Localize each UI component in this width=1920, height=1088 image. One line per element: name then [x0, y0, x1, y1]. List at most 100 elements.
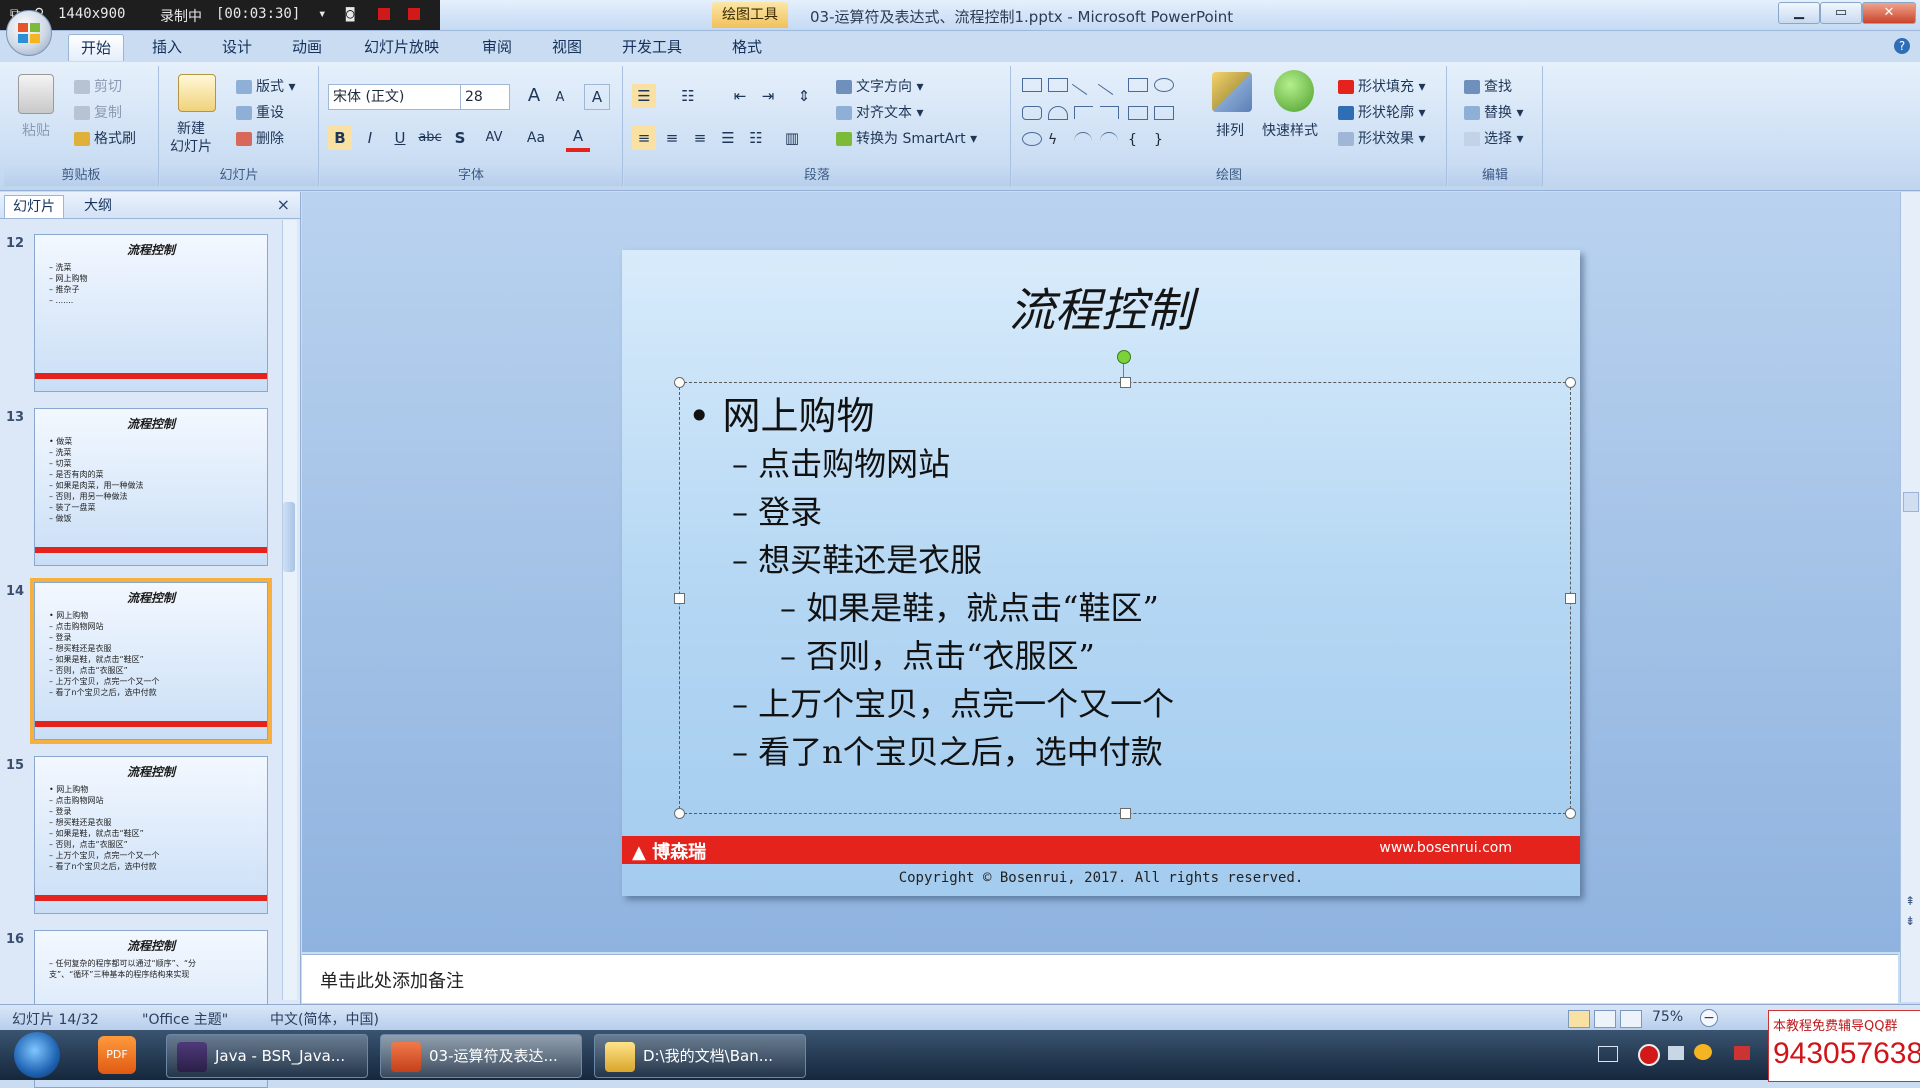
align-right-button[interactable]: ≡	[688, 126, 712, 150]
stop-icon[interactable]	[408, 8, 420, 20]
slide-sorter-icon[interactable]	[1594, 1010, 1616, 1028]
vtextbox-shape-icon[interactable]	[1048, 78, 1068, 92]
slide-thumbnail[interactable]: 流程控制 • 网上购物 – 点击购物网站 – 登录 – 想买鞋还是衣服 – 如果是鞋，就…	[34, 756, 268, 914]
find-button[interactable]: 查找	[1464, 76, 1512, 96]
taskbar-item-java[interactable]: Java - BSR_Java...	[166, 1034, 368, 1078]
bullet-item[interactable]: – 否则，点击“衣服区”	[780, 631, 1095, 677]
columns-button[interactable]: ▥	[780, 126, 804, 150]
alert-tray-icon[interactable]	[1734, 1046, 1750, 1060]
cut-button[interactable]: 剪切	[74, 76, 122, 96]
quick-styles-button[interactable]: 快速样式	[1262, 120, 1318, 140]
record-tray-icon[interactable]	[1638, 1044, 1660, 1066]
tab-view[interactable]: 视图	[540, 34, 594, 60]
scroll-thumb[interactable]	[1903, 492, 1919, 512]
line-shape-icon[interactable]	[1071, 74, 1095, 95]
line-spacing-button[interactable]: ⇕	[792, 84, 816, 108]
bullets-button[interactable]: ☰	[632, 84, 656, 108]
prev-slide-icon[interactable]: ⇞	[1905, 894, 1915, 908]
camera-icon[interactable]: ◙	[346, 6, 354, 22]
delete-slide-button[interactable]: 删除	[236, 128, 284, 148]
font-name-select[interactable]: 宋体 (正文)	[328, 84, 462, 110]
tab-slideshow[interactable]: 幻灯片放映	[352, 34, 451, 60]
layout-button[interactable]: 版式 ▾	[236, 76, 295, 96]
right-brace-shape-icon[interactable]: }	[1154, 132, 1172, 148]
bullet-item[interactable]: – 上万个宝贝，点完一个又一个	[732, 679, 1174, 725]
increase-indent-button[interactable]: ⇥	[756, 84, 780, 108]
arrow-shape-icon[interactable]	[1097, 74, 1121, 95]
tab-animations[interactable]: 动画	[280, 34, 334, 60]
select-button[interactable]: 选择 ▾	[1464, 128, 1523, 148]
pane-scrollbar[interactable]	[282, 220, 297, 1000]
close-pane-icon[interactable]: ×	[277, 195, 290, 214]
textbox-shape-icon[interactable]	[1022, 78, 1042, 92]
grow-font-button[interactable]: A	[522, 84, 546, 108]
down-arrow-shape-icon[interactable]	[1154, 106, 1174, 120]
italic-button[interactable]: I	[358, 126, 382, 150]
strikethrough-button[interactable]: abc	[418, 126, 442, 150]
normal-view-icon[interactable]	[1568, 1010, 1590, 1028]
pause-icon[interactable]	[378, 8, 390, 20]
resize-handle-n[interactable]	[1120, 377, 1131, 388]
resize-handle-e[interactable]	[1565, 593, 1576, 604]
maximize-button[interactable]: ▭	[1820, 2, 1862, 24]
arrange-button[interactable]: 排列	[1216, 120, 1244, 140]
help-icon[interactable]: ?	[1894, 38, 1910, 54]
bullet-item[interactable]: – 如果是鞋，就点击“鞋区”	[780, 583, 1159, 629]
bullet-item[interactable]: – 看了n个宝贝之后，选中付款	[732, 727, 1163, 773]
rotation-handle[interactable]	[1117, 350, 1131, 364]
bold-button[interactable]: B	[328, 126, 352, 150]
tab-insert[interactable]: 插入	[140, 34, 194, 60]
distribute-button[interactable]: ☷	[744, 126, 768, 150]
font-color-button[interactable]: A	[566, 124, 590, 152]
rectangle-shape-icon[interactable]	[1128, 78, 1148, 92]
triangle-shape-icon[interactable]	[1048, 106, 1068, 120]
keyboard-tray-icon[interactable]	[1598, 1046, 1618, 1062]
tab-home[interactable]: 开始	[68, 34, 125, 61]
arc-shape-icon[interactable]	[1074, 132, 1092, 145]
slide-thumbnail[interactable]: 流程控制 – 洗菜 – 网上购物 – 推杂子 – .......	[34, 234, 268, 392]
flowchart-shape-icon[interactable]	[1022, 132, 1042, 146]
tab-outline[interactable]: 大纲	[76, 195, 120, 217]
tab-review[interactable]: 审阅	[470, 34, 524, 60]
next-slide-icon[interactable]: ⇟	[1905, 914, 1915, 928]
align-text-button[interactable]: 对齐文本 ▾	[836, 102, 923, 122]
decrease-indent-button[interactable]: ⇤	[728, 84, 752, 108]
bullet-item[interactable]: – 点击购物网站	[732, 439, 950, 485]
justify-button[interactable]: ☰	[716, 126, 740, 150]
elbow-arrow-icon[interactable]	[1100, 106, 1119, 119]
notes-pane[interactable]: 单击此处添加备注	[302, 954, 1898, 1003]
minimize-button[interactable]: ▁	[1778, 2, 1820, 24]
shape-fill-button[interactable]: 形状填充 ▾	[1338, 76, 1425, 96]
elbow-connector-icon[interactable]	[1074, 106, 1093, 119]
tab-developer[interactable]: 开发工具	[610, 34, 694, 60]
chat-tray-icon[interactable]	[1694, 1044, 1712, 1060]
slide-thumbnail[interactable]: 流程控制 • 网上购物 – 点击购物网站 – 登录 – 想买鞋还是衣服 – 如果是鞋，就…	[30, 578, 272, 744]
text-direction-button[interactable]: 文字方向 ▾	[836, 76, 923, 96]
shrink-font-button[interactable]: A	[548, 86, 572, 110]
tab-format[interactable]: 格式	[720, 34, 774, 60]
slide-canvas[interactable]: 流程控制 • 网上购物 – 点击购物网站 – 登录 – 想买鞋还是衣服 – 如果是鞋，就…	[622, 250, 1580, 896]
resize-handle-sw[interactable]	[674, 808, 685, 819]
clear-format-button[interactable]: A	[584, 84, 610, 110]
zoom-level[interactable]: 75%	[1652, 1009, 1683, 1025]
tab-slides[interactable]: 幻灯片	[4, 195, 64, 218]
bullet-item[interactable]: – 想买鞋还是衣服	[732, 535, 982, 581]
paste-button[interactable]: 粘贴	[22, 120, 50, 140]
resize-handle-w[interactable]	[674, 593, 685, 604]
numbering-button[interactable]: ☷	[676, 84, 700, 108]
bullet-item[interactable]: • 网上购物	[688, 385, 875, 440]
bullet-item[interactable]: – 登录	[732, 487, 822, 533]
resize-handle-nw[interactable]	[674, 377, 685, 388]
vertical-scrollbar[interactable]: ⇞ ⇟	[1900, 192, 1920, 1002]
format-painter-button[interactable]: 格式刷	[74, 128, 136, 148]
align-left-button[interactable]: ≡	[632, 126, 656, 150]
network-tray-icon[interactable]	[1668, 1046, 1684, 1060]
replace-button[interactable]: 替换 ▾	[1464, 102, 1523, 122]
language-indicator[interactable]: 中文(简体，中国)	[270, 1009, 379, 1029]
drawing-tools-context-tab[interactable]: 绘图工具	[712, 2, 788, 28]
tab-design[interactable]: 设计	[210, 34, 264, 60]
pane-scroll-thumb[interactable]	[283, 502, 295, 572]
slideshow-view-icon[interactable]	[1620, 1010, 1642, 1028]
resize-handle-s[interactable]	[1120, 808, 1131, 819]
shape-effects-button[interactable]: 形状效果 ▾	[1338, 128, 1425, 148]
